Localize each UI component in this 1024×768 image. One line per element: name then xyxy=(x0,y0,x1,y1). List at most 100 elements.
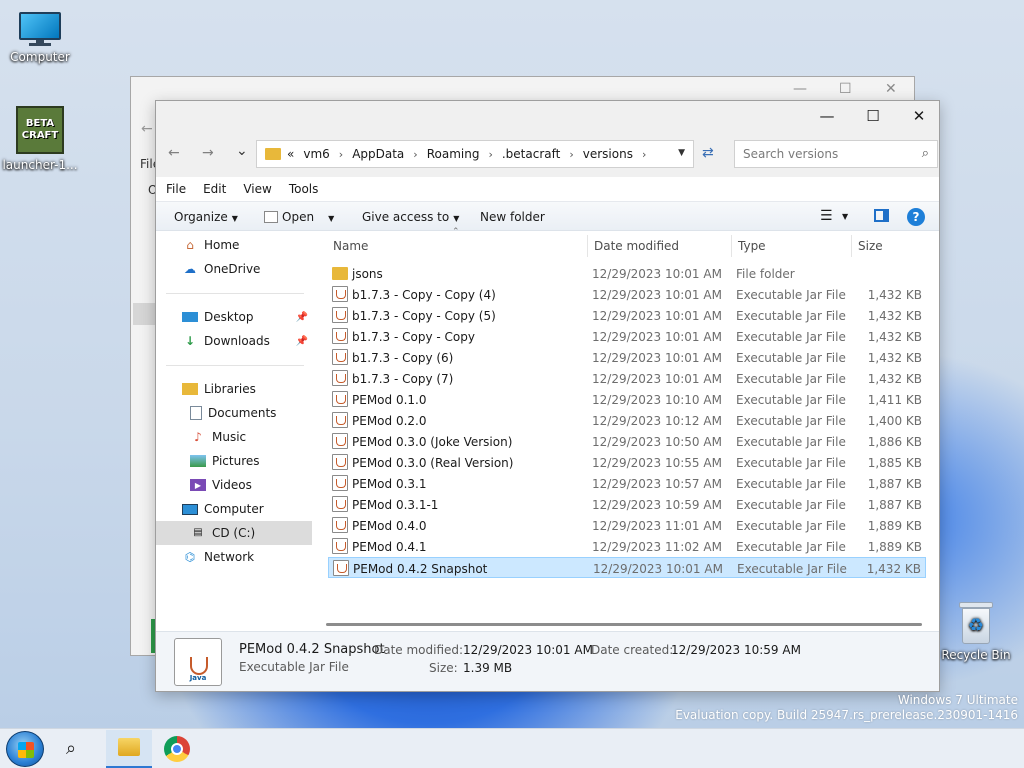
explorer-window[interactable]: — ☐ ✕ ← → ⌄ « vm6 › AppData › Roaming › … xyxy=(155,100,940,692)
chevron-right-icon[interactable]: › xyxy=(642,148,646,161)
file-date-modified: 12/29/2023 10:01 AM xyxy=(593,562,723,576)
file-row[interactable]: PEMod 0.4.1 12/29/2023 11:02 AM Executable… xyxy=(328,536,926,557)
nav-item-onedrive[interactable]: ☁ OneDrive xyxy=(156,257,312,281)
nav-item-documents[interactable]: Documents xyxy=(156,401,312,425)
nav-item-desktop[interactable]: Desktop 📌 xyxy=(156,305,312,329)
minimize-icon[interactable]: — xyxy=(793,81,807,97)
menu-tools[interactable]: Tools xyxy=(289,182,319,196)
jar-file-icon xyxy=(333,560,349,576)
desktop-icon-label: Recycle Bin xyxy=(941,648,1011,662)
breadcrumb-versions[interactable]: versions xyxy=(583,147,633,161)
nav-item-music[interactable]: ♪ Music xyxy=(156,425,312,449)
address-bar[interactable]: « vm6 › AppData › Roaming › .betacraft ›… xyxy=(256,140,694,168)
chevron-right-icon[interactable]: › xyxy=(569,148,573,161)
file-row[interactable]: b1.7.3 - Copy - Copy (4) 12/29/2023 10:01… xyxy=(328,284,926,305)
desktop-icon-computer[interactable]: Computer xyxy=(0,12,80,64)
menu-edit[interactable]: Edit xyxy=(203,182,226,196)
chevron-right-icon[interactable]: › xyxy=(488,148,492,161)
file-row[interactable]: PEMod 0.4.2 Snapshot 12/29/2023 10:01 AM E… xyxy=(328,557,926,578)
title-bar[interactable]: — ☐ ✕ xyxy=(156,101,939,131)
organize-button[interactable]: Organize ▼ xyxy=(174,210,238,224)
open-button[interactable]: Open ▼ xyxy=(264,210,334,224)
nav-item-computer[interactable]: Computer xyxy=(156,497,312,521)
file-row[interactable]: jsons 12/29/2023 10:01 AM File folder xyxy=(328,263,926,284)
preview-pane-icon[interactable] xyxy=(874,209,889,222)
jar-file-icon xyxy=(332,496,348,512)
recent-locations-button[interactable]: ⌄ xyxy=(236,143,248,159)
nav-item-videos[interactable]: ▶ Videos xyxy=(156,473,312,497)
column-header-size[interactable]: Size xyxy=(858,239,883,253)
search-input[interactable]: Search versions ⌕ xyxy=(734,140,938,168)
file-row[interactable]: b1.7.3 - Copy - Copy (5) 12/29/2023 10:01… xyxy=(328,305,926,326)
address-overflow[interactable]: « xyxy=(287,147,294,161)
maximize-button[interactable]: ☐ xyxy=(850,101,896,131)
file-date-modified: 12/29/2023 10:50 AM xyxy=(592,435,722,449)
back-button[interactable]: ← xyxy=(168,145,180,161)
view-options-icon[interactable]: ☰ xyxy=(820,208,833,224)
taskbar-file-explorer[interactable] xyxy=(106,730,152,768)
file-row[interactable]: PEMod 0.3.0 (Joke Version) 12/29/2023 10:… xyxy=(328,431,926,452)
breadcrumb-betacraft[interactable]: .betacraft xyxy=(502,147,560,161)
close-button[interactable]: ✕ xyxy=(896,101,942,131)
chevron-right-icon[interactable]: › xyxy=(413,148,417,161)
new-folder-button[interactable]: New folder xyxy=(480,210,545,224)
address-dropdown-icon[interactable]: ▼ xyxy=(678,148,685,158)
nav-item-network[interactable]: ⌬ Network xyxy=(156,545,312,569)
file-date-modified: 12/29/2023 10:01 AM xyxy=(592,372,722,386)
jar-file-icon xyxy=(332,454,348,470)
menu-file[interactable]: File xyxy=(166,182,186,196)
column-separator[interactable] xyxy=(587,235,588,257)
desktop-icon-launcher[interactable]: BETA CRAFT launcher-1... xyxy=(0,106,80,172)
column-separator[interactable] xyxy=(851,235,852,257)
search-icon[interactable]: ⌕ xyxy=(66,738,76,759)
file-row[interactable]: PEMod 0.3.0 (Real Version) 12/29/2023 10:… xyxy=(328,452,926,473)
chrome-icon[interactable] xyxy=(164,736,190,762)
breadcrumb-appdata[interactable]: AppData xyxy=(352,147,404,161)
column-header-name[interactable]: Name xyxy=(333,239,368,253)
help-icon[interactable]: ? xyxy=(907,208,925,226)
file-row[interactable]: PEMod 0.2.0 12/29/2023 10:12 AM Executable… xyxy=(328,410,926,431)
horizontal-scrollbar[interactable] xyxy=(326,623,922,626)
file-row[interactable]: PEMod 0.4.0 12/29/2023 11:01 AM Executable… xyxy=(328,515,926,536)
nav-item-libraries[interactable]: Libraries xyxy=(156,377,312,401)
give-access-button[interactable]: Give access to ▼ xyxy=(362,210,459,224)
refresh-icon[interactable]: ⇄ xyxy=(702,145,714,161)
menu-view[interactable]: View xyxy=(243,182,271,196)
column-header-type[interactable]: Type xyxy=(738,239,766,253)
file-date-modified: 12/29/2023 10:01 AM xyxy=(592,351,722,365)
desktop-icon-recycle-bin[interactable]: ♻ Recycle Bin xyxy=(936,602,1016,662)
search-icon: ⌕ xyxy=(921,146,929,161)
start-button[interactable] xyxy=(6,731,44,767)
nav-item-cd-drive[interactable]: ▤ CD (C:) xyxy=(156,521,312,545)
close-icon[interactable]: ✕ xyxy=(885,81,897,97)
breadcrumb-vm6[interactable]: vm6 xyxy=(303,147,329,161)
file-name: PEMod 0.1.0 xyxy=(352,393,427,407)
view-dropdown-icon[interactable]: ▼ xyxy=(842,212,848,221)
file-row[interactable]: PEMod 0.1.0 12/29/2023 10:10 AM Executable… xyxy=(328,389,926,410)
file-name: b1.7.3 - Copy (7) xyxy=(352,372,454,386)
column-header-date[interactable]: Date modified xyxy=(594,239,679,253)
file-row[interactable]: b1.7.3 - Copy - Copy 12/29/2023 10:01 AM E… xyxy=(328,326,926,347)
file-type: Executable Jar File xyxy=(736,498,846,512)
chevron-right-icon[interactable]: › xyxy=(339,148,343,161)
file-date-modified: 12/29/2023 10:12 AM xyxy=(592,414,722,428)
minimize-button[interactable]: — xyxy=(804,101,850,131)
nav-item-pictures[interactable]: Pictures xyxy=(156,449,312,473)
file-row[interactable]: b1.7.3 - Copy (6) 12/29/2023 10:01 AM Exec… xyxy=(328,347,926,368)
folder-icon xyxy=(118,738,140,756)
file-row[interactable]: PEMod 0.3.1 12/29/2023 10:57 AM Executable… xyxy=(328,473,926,494)
breadcrumb-roaming[interactable]: Roaming xyxy=(427,147,480,161)
column-separator[interactable] xyxy=(731,235,732,257)
nav-item-downloads[interactable]: ↓ Downloads 📌 xyxy=(156,329,312,353)
nav-item-home[interactable]: ⌂ Home xyxy=(156,233,312,257)
file-type: Executable Jar File xyxy=(736,435,846,449)
file-row[interactable]: PEMod 0.3.1-1 12/29/2023 10:59 AM Executab… xyxy=(328,494,926,515)
file-row[interactable]: b1.7.3 - Copy (7) 12/29/2023 10:01 AM Exec… xyxy=(328,368,926,389)
maximize-icon[interactable]: ☐ xyxy=(839,81,852,97)
forward-button[interactable]: → xyxy=(202,145,214,161)
file-type: Executable Jar File xyxy=(736,330,846,344)
details-created-label: Date created: xyxy=(591,643,674,657)
pin-icon[interactable]: 📌 xyxy=(296,312,308,323)
pin-icon[interactable]: 📌 xyxy=(296,336,308,347)
windows-logo-icon xyxy=(18,742,34,758)
